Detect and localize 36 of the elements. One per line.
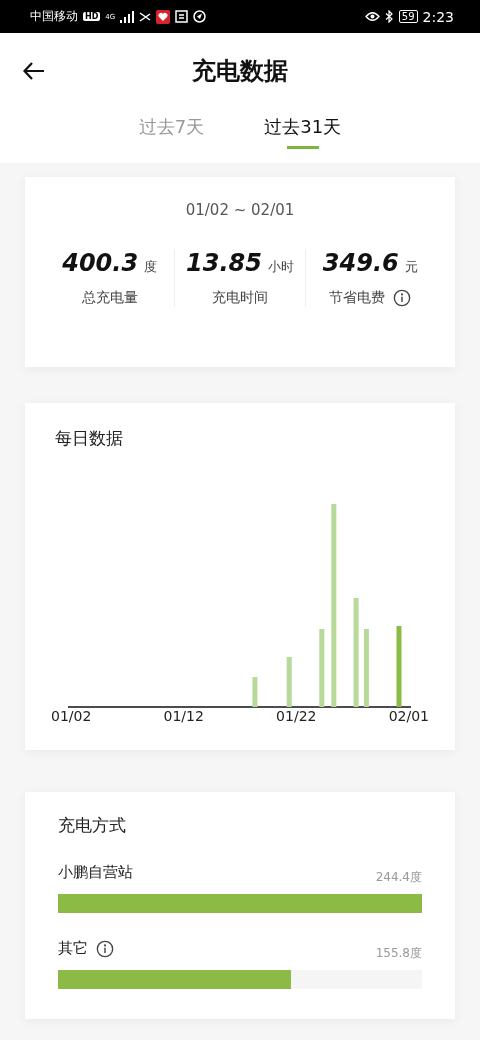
axis-label: 02/01 [388,708,429,724]
bluetooth-icon [384,10,394,23]
app-icon [156,9,171,24]
signal-icon [120,10,135,23]
section-title: 充电方式 [58,814,127,837]
compass-icon [193,10,207,23]
daily-bar [286,657,292,707]
info-icon[interactable] [393,289,412,307]
stat-unit: 度 [144,258,158,276]
stat-label: 充电时间 [212,289,268,307]
stat-unit: 小时 [267,258,294,276]
stat-value: 400.3 [62,249,139,277]
battery-level: 59 [398,10,418,23]
stat-unit: 元 [404,258,418,276]
method-amount: 155.8度 [375,945,422,962]
page-title: 充电数据 [192,56,288,87]
info-icon[interactable] [96,939,114,958]
stat-label: 节省电费 [329,289,386,307]
axis-label: 01/02 [51,708,92,724]
daily-bar [252,677,258,707]
stat-label: 总充电量 [81,289,138,307]
axis-label: 01/22 [276,708,317,724]
stat-value: 349.6 [322,249,399,277]
date-range: 01/02 ~ 02/01 [184,200,296,219]
period-tab[interactable]: 过去31天 [264,109,342,149]
hd-badge: HD [83,12,101,21]
method-amount: 244.4度 [375,869,422,886]
stat-value: 13.85 [186,249,262,277]
eye-icon [364,11,380,22]
document-icon [175,10,189,23]
method-name: 其它 [58,939,88,958]
carrier-name: 中国移动 [30,8,78,25]
method-name: 小鹏自营站 [58,863,133,882]
axis-label: 01/12 [163,708,204,724]
chart-title: 每日数据 [55,427,124,450]
clock-time: 2:23 [422,8,454,25]
